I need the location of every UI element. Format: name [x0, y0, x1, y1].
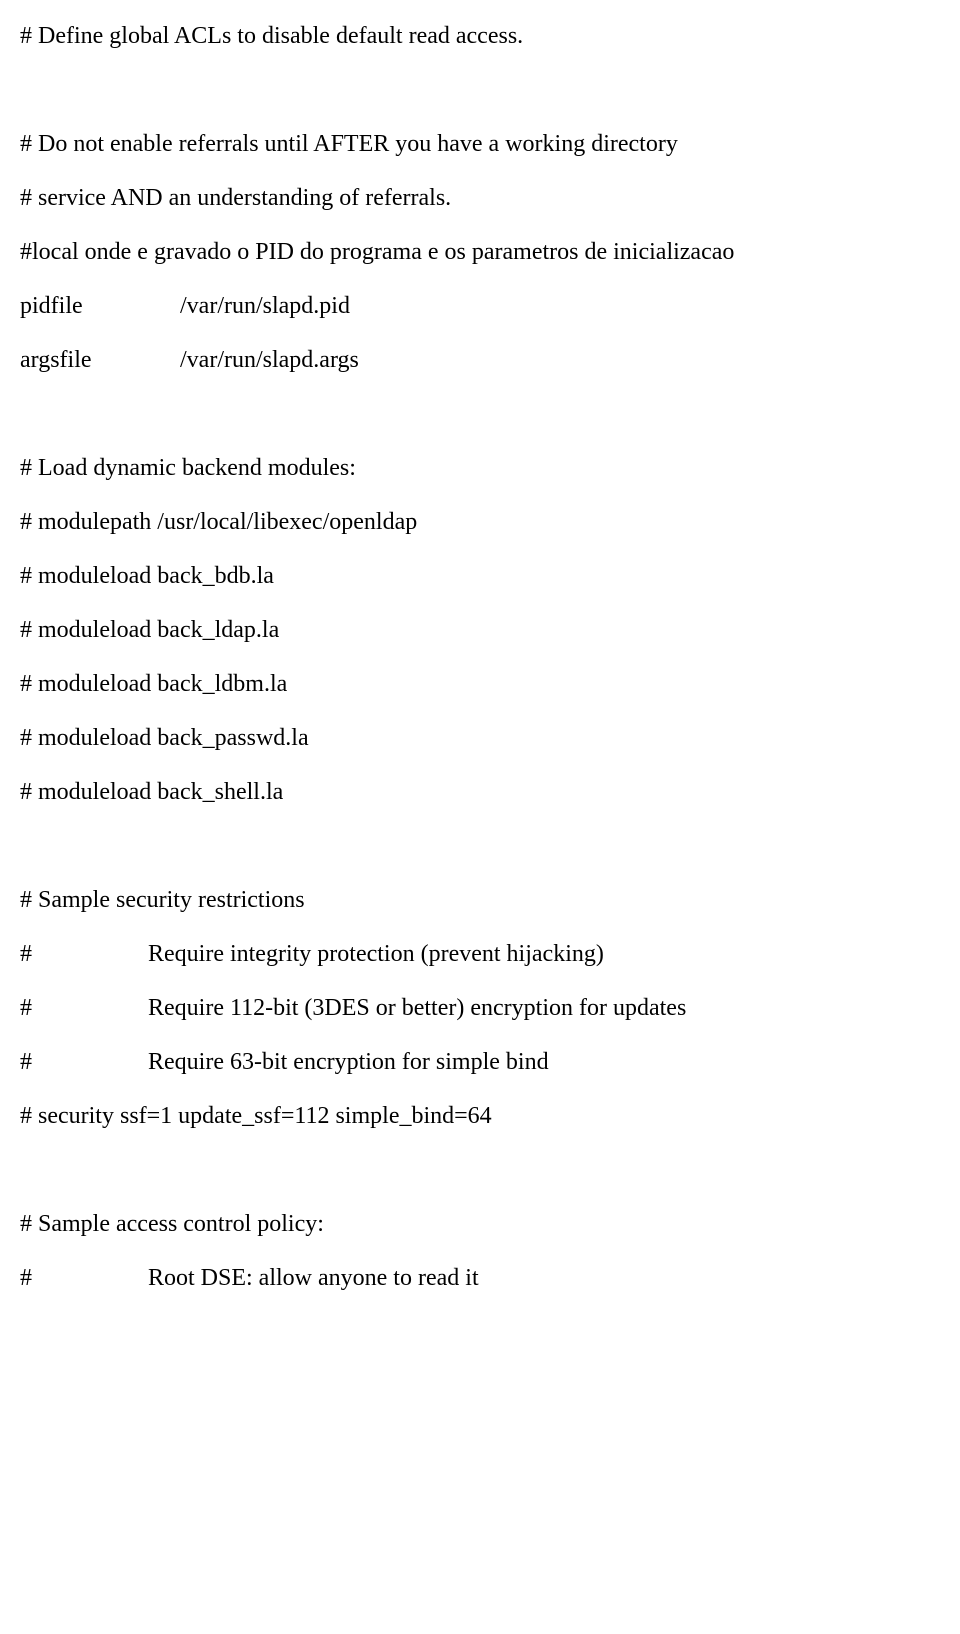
comment-text: Require integrity protection (prevent hi…: [148, 936, 940, 972]
config-key: pidfile: [20, 288, 180, 324]
hash-mark: #: [20, 936, 148, 972]
comment-line: # Do not enable referrals until AFTER yo…: [20, 126, 940, 162]
document-page: # Define global ACLs to disable default …: [0, 18, 960, 1354]
blank-line: [20, 828, 940, 864]
comment-indent-line: # Root DSE: allow anyone to read it: [20, 1260, 940, 1296]
hash-mark: #: [20, 990, 148, 1026]
hash-mark: #: [20, 1260, 148, 1296]
config-row-pidfile: pidfile /var/run/slapd.pid: [20, 288, 940, 324]
config-value: /var/run/slapd.args: [180, 342, 940, 378]
comment-line: # moduleload back_passwd.la: [20, 720, 940, 756]
comment-indent-line: # Require 112-bit (3DES or better) encry…: [20, 990, 940, 1026]
comment-line: # moduleload back_ldap.la: [20, 612, 940, 648]
comment-line: # modulepath /usr/local/libexec/openldap: [20, 504, 940, 540]
comment-line: # moduleload back_bdb.la: [20, 558, 940, 594]
config-key: argsfile: [20, 342, 180, 378]
comment-line: # moduleload back_shell.la: [20, 774, 940, 810]
comment-text: Root DSE: allow anyone to read it: [148, 1260, 940, 1296]
comment-line: # service AND an understanding of referr…: [20, 180, 940, 216]
comment-text: Require 63-bit encryption for simple bin…: [148, 1044, 940, 1080]
blank-line: [20, 396, 940, 432]
config-row-argsfile: argsfile /var/run/slapd.args: [20, 342, 940, 378]
comment-line: # Sample security restrictions: [20, 882, 940, 918]
blank-line: [20, 1152, 940, 1188]
comment-line: # moduleload back_ldbm.la: [20, 666, 940, 702]
comment-text: Require 112-bit (3DES or better) encrypt…: [148, 990, 940, 1026]
config-value: /var/run/slapd.pid: [180, 288, 940, 324]
comment-line: # Load dynamic backend modules:: [20, 450, 940, 486]
blank-line: [20, 72, 940, 108]
comment-indent-line: # Require 63-bit encryption for simple b…: [20, 1044, 940, 1080]
comment-line: # Define global ACLs to disable default …: [20, 18, 940, 54]
comment-line: # security ssf=1 update_ssf=112 simple_b…: [20, 1098, 940, 1134]
comment-line: # Sample access control policy:: [20, 1206, 940, 1242]
comment-indent-line: # Require integrity protection (prevent …: [20, 936, 940, 972]
comment-line: #local onde e gravado o PID do programa …: [20, 234, 940, 270]
hash-mark: #: [20, 1044, 148, 1080]
